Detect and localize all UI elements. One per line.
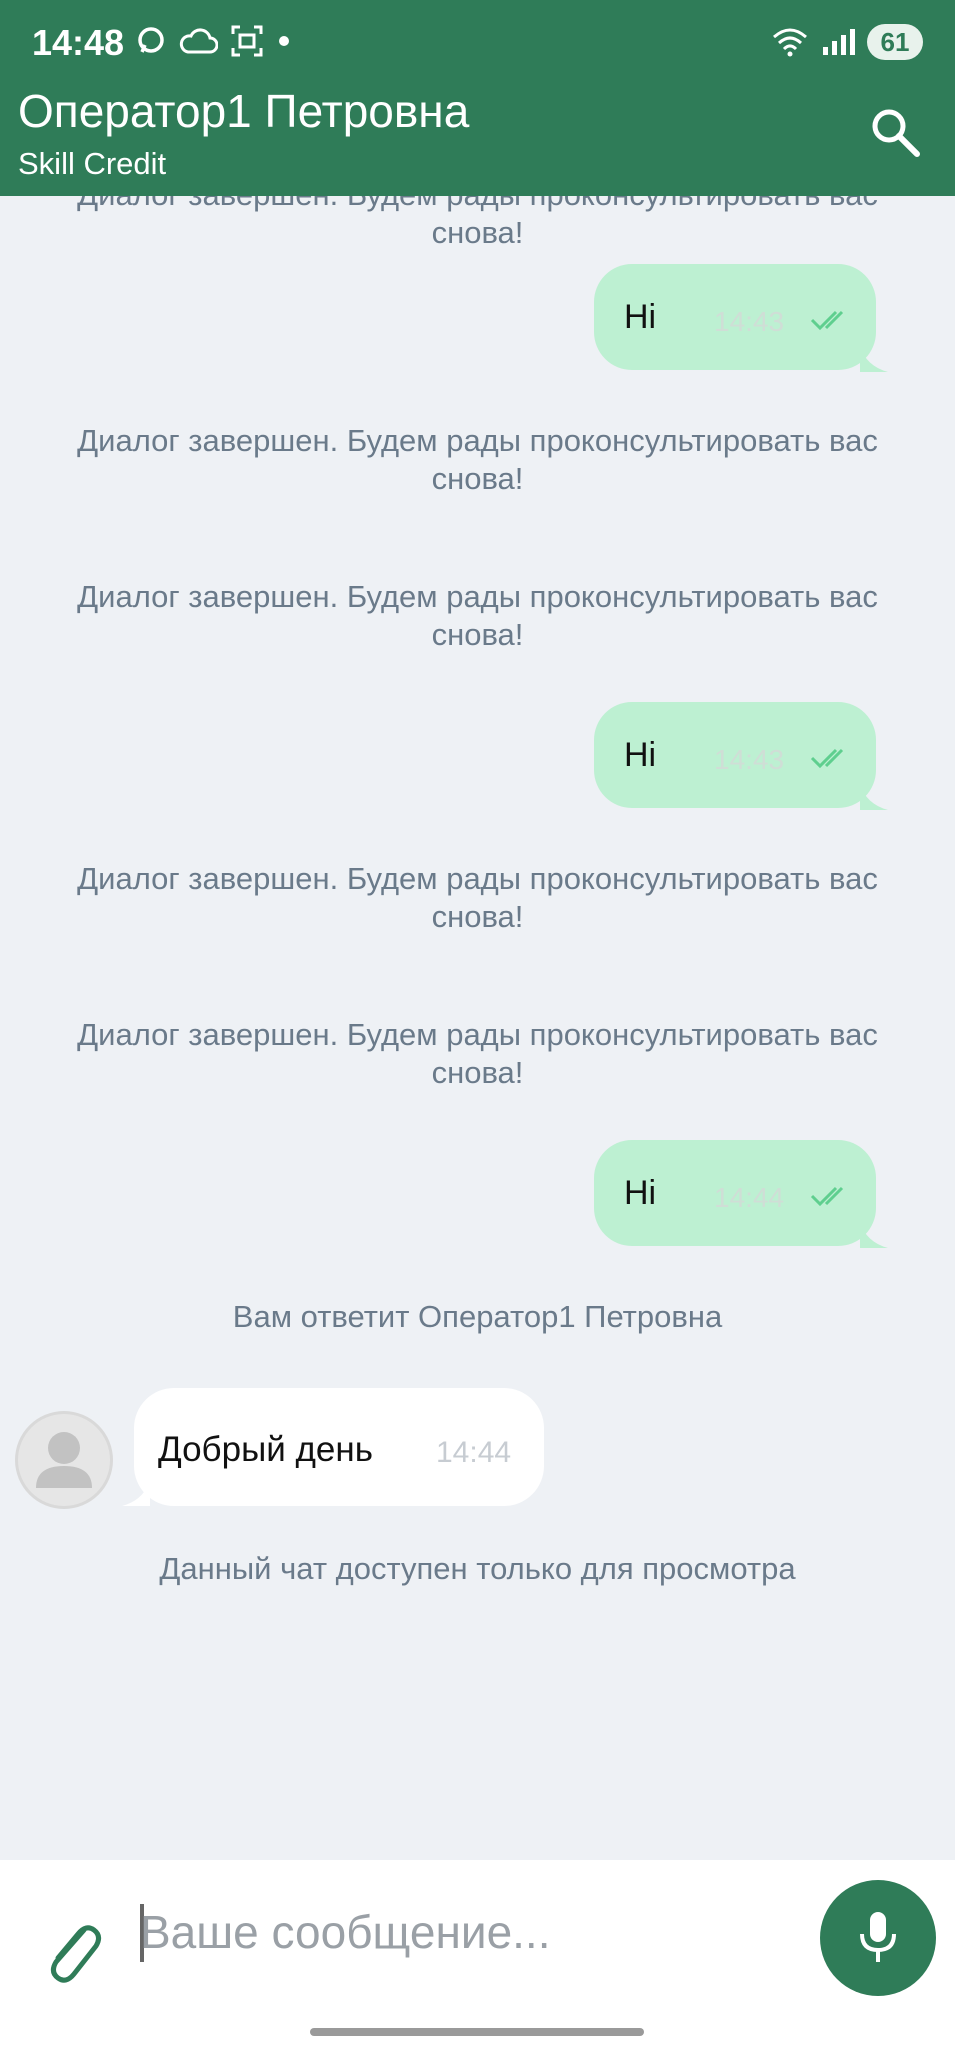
message-time: 14:43 <box>714 306 785 337</box>
battery-icon: 61 <box>867 24 923 60</box>
message-time: 14:44 <box>714 1182 785 1213</box>
double-check-icon <box>810 748 844 769</box>
chat-title: Оператор1 Петровна <box>18 85 470 137</box>
chat-header: 14:48 61 Оператор1 Петровна Skill Credit <box>0 0 955 196</box>
microphone-icon <box>860 1912 896 1962</box>
chat-subtitle: Skill Credit <box>18 146 167 181</box>
system-message: Диалог завершен. Будем рады проконсульти… <box>77 579 878 652</box>
wifi-icon <box>773 28 807 57</box>
home-indicator <box>310 2028 644 2036</box>
cloud-icon <box>179 28 218 54</box>
status-icons-left <box>136 24 292 58</box>
message-time: 14:44 <box>436 1436 512 1469</box>
message-text: Hi <box>624 1174 657 1212</box>
read-only-notice: Данный чат доступен только для просмотра <box>159 1551 796 1586</box>
bubble-tail-icon <box>860 1222 888 1248</box>
outgoing-message[interactable]: Hi 14:43 <box>594 264 888 372</box>
double-check-icon <box>810 310 844 331</box>
chat-bubble-icon <box>138 27 164 53</box>
bubble-tail-icon <box>860 784 888 810</box>
outgoing-message[interactable]: Hi 14:44 <box>594 1140 888 1248</box>
system-message: Диалог завершен. Будем рады проконсульти… <box>77 861 878 934</box>
outgoing-message[interactable]: Hi 14:43 <box>594 702 888 810</box>
system-message: Диалог завершен. Будем рады проконсульти… <box>77 1017 878 1090</box>
person-icon <box>36 1432 92 1488</box>
message-list[interactable]: Диалог завершен. Будем рады проконсульти… <box>0 196 955 1860</box>
message-text: Hi <box>624 298 657 336</box>
screenshot-icon <box>231 25 263 57</box>
system-message: Диалог завершен. Будем рады проконсульти… <box>77 423 878 496</box>
search-icon[interactable] <box>867 104 925 162</box>
message-time: 14:43 <box>714 744 785 775</box>
operator-assigned-notice: Вам ответит Оператор1 Петровна <box>232 1299 723 1334</box>
dot-icon <box>279 36 289 46</box>
microphone-button[interactable] <box>820 1880 936 1996</box>
status-icons-right: 61 <box>771 24 923 60</box>
composer-bar <box>0 1860 955 2048</box>
message-text: Hi <box>624 736 657 774</box>
signal-icon <box>823 29 855 55</box>
double-check-icon <box>810 1186 844 1207</box>
system-message: Диалог завершен. Будем рады проконсульти… <box>77 196 878 250</box>
message-input[interactable] <box>140 1900 780 1964</box>
status-time: 14:48 <box>32 22 125 63</box>
bubble-tail-icon <box>860 346 888 372</box>
message-text: Добрый день <box>158 1430 373 1469</box>
paperclip-icon[interactable] <box>40 1916 104 1988</box>
incoming-message[interactable]: Добрый день 14:44 <box>122 1388 544 1506</box>
bubble-tail-icon <box>122 1480 150 1506</box>
avatar <box>18 1414 110 1506</box>
